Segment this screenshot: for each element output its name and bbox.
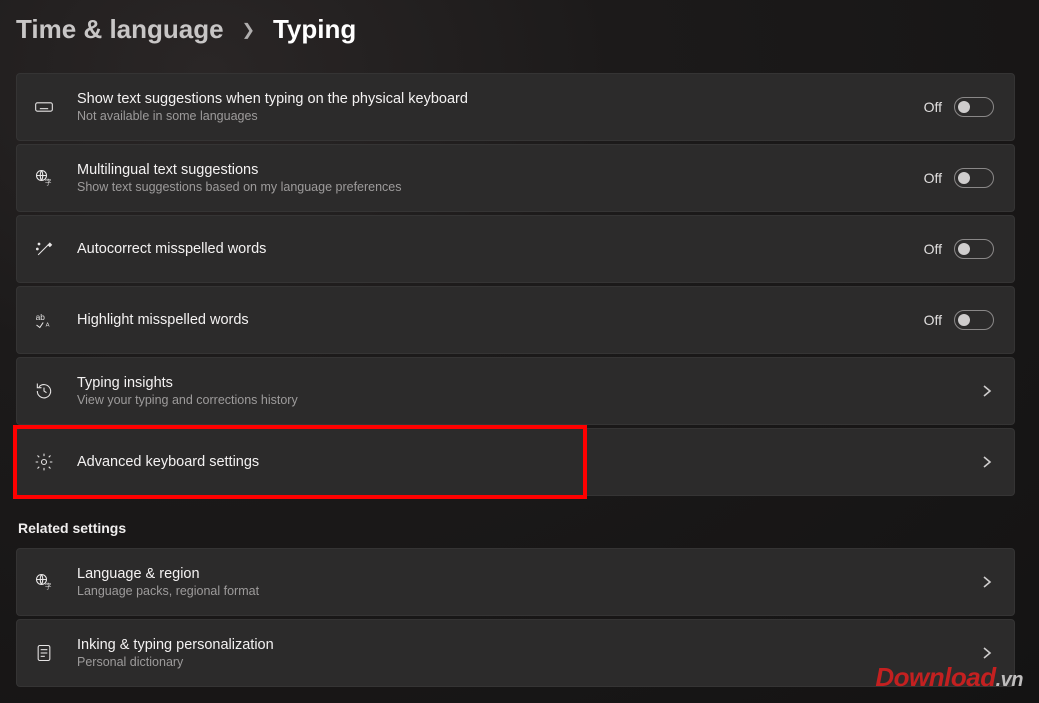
toggle-switch[interactable] [954, 310, 994, 330]
spellcheck-icon: abA [33, 309, 55, 331]
setting-title: Typing insights [77, 375, 980, 391]
setting-title: Multilingual text suggestions [77, 162, 924, 178]
breadcrumb: Time & language ❯ Typing [16, 14, 1015, 45]
related-settings-heading: Related settings [18, 520, 1015, 536]
keyboard-icon [33, 96, 55, 118]
chevron-right-icon [980, 455, 994, 469]
setting-title: Language & region [77, 566, 980, 582]
svg-text:字: 字 [45, 178, 52, 187]
toggle-state-label: Off [924, 241, 942, 257]
setting-title: Advanced keyboard settings [77, 454, 980, 470]
setting-subtitle: Personal dictionary [77, 655, 980, 669]
setting-subtitle: Show text suggestions based on my langua… [77, 180, 924, 194]
globe-text-icon: 字 [33, 167, 55, 189]
related-settings-list: 字 Language & region Language packs, regi… [16, 548, 1015, 687]
svg-text:A: A [46, 323, 50, 329]
setting-title: Show text suggestions when typing on the… [77, 91, 924, 107]
setting-subtitle: Not available in some languages [77, 109, 924, 123]
setting-typing-insights[interactable]: Typing insights View your typing and cor… [16, 357, 1015, 425]
setting-text: Typing insights View your typing and cor… [77, 375, 980, 407]
setting-title: Highlight misspelled words [77, 312, 924, 328]
toggle-switch[interactable] [954, 97, 994, 117]
related-language-region[interactable]: 字 Language & region Language packs, regi… [16, 548, 1015, 616]
toggle-state-label: Off [924, 99, 942, 115]
history-icon [33, 380, 55, 402]
setting-text: Multilingual text suggestions Show text … [77, 162, 924, 194]
setting-advanced-keyboard[interactable]: Advanced keyboard settings [16, 428, 1015, 496]
svg-text:ab: ab [36, 312, 46, 322]
toggle-switch[interactable] [954, 239, 994, 259]
setting-title: Inking & typing personalization [77, 637, 980, 653]
setting-subtitle: Language packs, regional format [77, 584, 980, 598]
toggle-state-label: Off [924, 312, 942, 328]
breadcrumb-parent-link[interactable]: Time & language [16, 14, 224, 45]
setting-text: Highlight misspelled words [77, 312, 924, 328]
toggle-state-label: Off [924, 170, 942, 186]
setting-autocorrect[interactable]: Autocorrect misspelled words Off [16, 215, 1015, 283]
chevron-right-icon [980, 384, 994, 398]
chevron-right-icon [980, 646, 994, 660]
globe-text-icon: 字 [33, 571, 55, 593]
setting-multilingual-suggestions[interactable]: 字 Multilingual text suggestions Show tex… [16, 144, 1015, 212]
settings-list: Show text suggestions when typing on the… [16, 73, 1015, 496]
svg-text:字: 字 [45, 582, 52, 591]
related-inking-typing[interactable]: Inking & typing personalization Personal… [16, 619, 1015, 687]
setting-show-text-suggestions[interactable]: Show text suggestions when typing on the… [16, 73, 1015, 141]
setting-text: Autocorrect misspelled words [77, 241, 924, 257]
setting-text: Advanced keyboard settings [77, 454, 980, 470]
setting-highlight-misspelled[interactable]: abA Highlight misspelled words Off [16, 286, 1015, 354]
setting-text: Language & region Language packs, region… [77, 566, 980, 598]
chevron-right-icon: ❯ [242, 20, 255, 40]
chevron-right-icon [980, 575, 994, 589]
document-icon [33, 642, 55, 664]
setting-subtitle: View your typing and corrections history [77, 393, 980, 407]
setting-text: Show text suggestions when typing on the… [77, 91, 924, 123]
gear-icon [33, 451, 55, 473]
page-title: Typing [273, 14, 356, 45]
setting-text: Inking & typing personalization Personal… [77, 637, 980, 669]
wand-icon [33, 238, 55, 260]
setting-title: Autocorrect misspelled words [77, 241, 924, 257]
toggle-switch[interactable] [954, 168, 994, 188]
